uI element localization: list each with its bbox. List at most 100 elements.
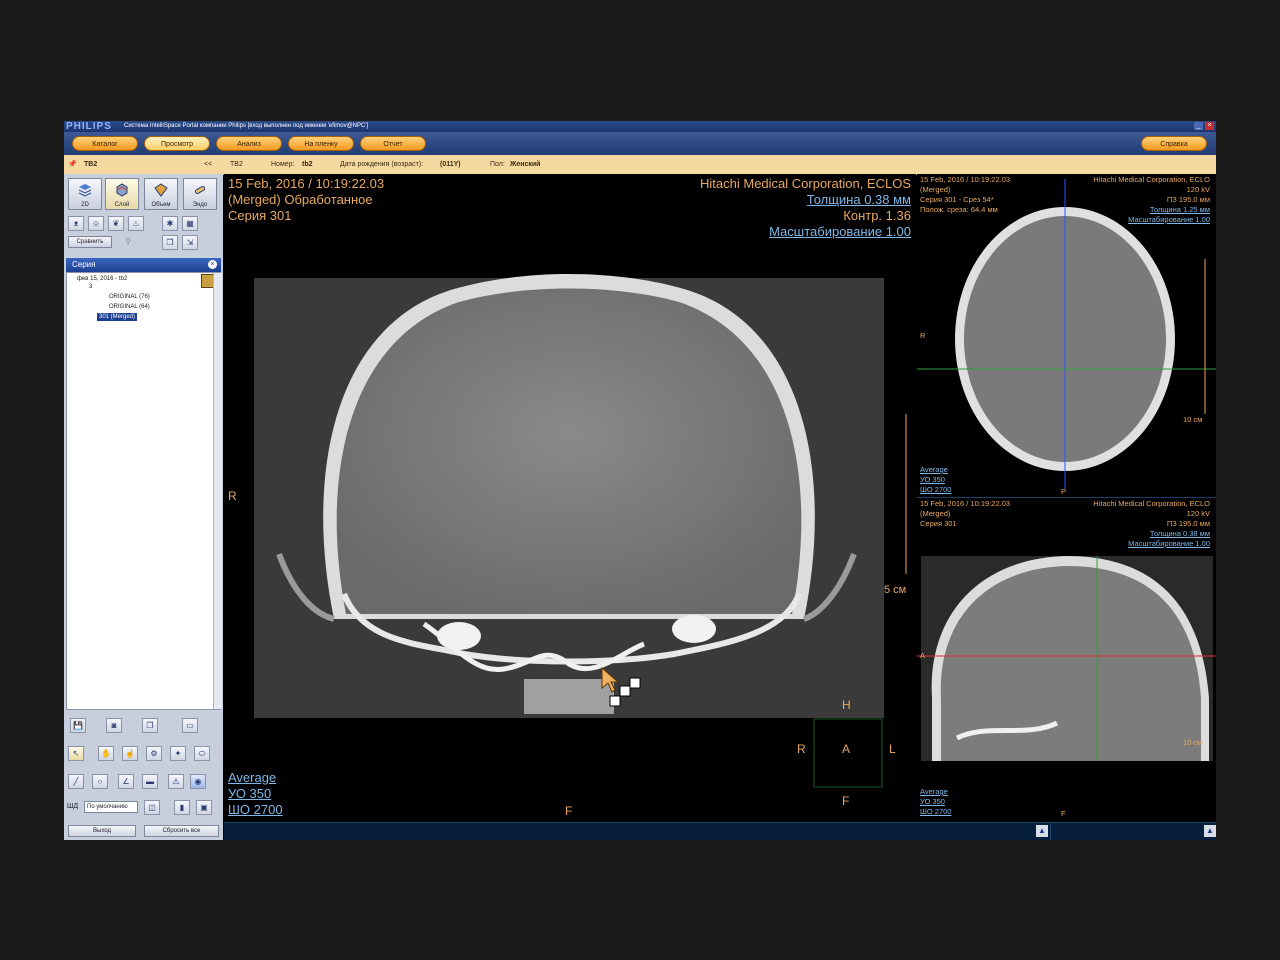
mode-volume-button[interactable]: Объем bbox=[144, 178, 178, 210]
left-panel: 2D Слой Объем Эндо ᴥ ☺ ❦ ♨ ✱ ▦ Сравнить … bbox=[64, 174, 223, 840]
pan-tool-icon[interactable]: ☝ bbox=[122, 746, 138, 761]
save-icon[interactable]: 💾 bbox=[70, 718, 86, 733]
axial-zoom-link[interactable]: Масштабирование 1.00 bbox=[1093, 215, 1210, 225]
tab-catalog[interactable]: Каталог bbox=[72, 136, 138, 151]
copy-icon[interactable]: ❐ bbox=[142, 718, 158, 733]
figure-icon[interactable]: ✱ bbox=[162, 216, 178, 231]
main-contrast: Контр. 1.36 bbox=[843, 208, 911, 223]
axial-scale: 10 см bbox=[1183, 415, 1203, 424]
sagittal-window-level[interactable]: УО 350 bbox=[920, 797, 951, 807]
axial-slice-position: Полож. среза: 64.4 мм bbox=[920, 205, 998, 214]
tree-series-original-64[interactable]: ORIGINAL (64) bbox=[109, 303, 150, 311]
layout-icon[interactable]: ▦ bbox=[182, 216, 198, 231]
pointer-tool-icon[interactable]: ↖ bbox=[68, 746, 84, 761]
exit-button[interactable]: Выход bbox=[68, 825, 136, 837]
axial-orient-left: R bbox=[920, 331, 926, 340]
print-icon[interactable]: ▣ bbox=[196, 800, 212, 815]
export-icon[interactable]: ⇲ bbox=[182, 235, 198, 250]
sagittal-thickness-link[interactable]: Толщина 0.38 мм bbox=[1093, 529, 1210, 539]
main-orient-bottom: F bbox=[565, 804, 573, 818]
camera-icon[interactable]: ◙ bbox=[106, 718, 122, 733]
main-series-type: (Merged) Обработанное bbox=[228, 192, 373, 207]
sagittal-window-width[interactable]: ШО 2700 bbox=[920, 807, 951, 817]
main-thickness-link[interactable]: Толщина 0.38 мм bbox=[700, 192, 911, 208]
link-icon[interactable]: ⚲ bbox=[120, 235, 136, 250]
sagittal-viewport[interactable]: 15 Feb, 2016 / 10:19:22.03 (Merged) Сери… bbox=[917, 498, 1216, 820]
head-icon[interactable]: ☺ bbox=[88, 216, 104, 231]
sagittal-info-bottom: Average УО 350 ШО 2700 bbox=[920, 787, 951, 817]
film-icon[interactable]: ▮ bbox=[174, 800, 190, 815]
axial-datetime: 15 Feb, 2016 / 10:19:22.03 bbox=[920, 175, 1011, 184]
tree-study[interactable]: фев 15, 2016 - tb2 bbox=[77, 275, 127, 283]
volume-icon bbox=[154, 183, 168, 197]
book-icon[interactable]: ▭ bbox=[182, 718, 198, 733]
rotate-tool-icon[interactable]: ✦ bbox=[170, 746, 186, 761]
sagittal-zoom-link[interactable]: Масштабирование 1.00 bbox=[1093, 539, 1210, 549]
collapse-panel-button[interactable]: << bbox=[204, 160, 212, 169]
mode-endo-button[interactable]: Эндо bbox=[183, 178, 217, 210]
eraser-tool-icon[interactable]: ⬭ bbox=[194, 746, 210, 761]
reset-all-button[interactable]: Сбросить все bbox=[144, 825, 219, 837]
axial-wl-preset[interactable]: Average bbox=[920, 465, 951, 475]
close-panel-icon[interactable]: × bbox=[208, 260, 217, 269]
roi-tool-icon[interactable]: ◉ bbox=[190, 774, 206, 789]
sagittal-wl-preset[interactable]: Average bbox=[920, 787, 951, 797]
ruler-tool-icon[interactable]: ▬ bbox=[142, 774, 158, 789]
axial-viewport[interactable]: 15 Feb, 2016 / 10:19:22.03 (Merged) Сери… bbox=[917, 174, 1216, 496]
main-viewport[interactable]: 15 Feb, 2016 / 10:19:22.03 (Merged) Обра… bbox=[224, 174, 916, 820]
mode-slab-label: Слой bbox=[114, 202, 130, 208]
main-zoom-link[interactable]: Масштабирование 1.00 bbox=[700, 224, 911, 240]
lungs-icon[interactable]: ᴥ bbox=[68, 216, 84, 231]
zoom-tool-icon[interactable]: ⚙ bbox=[146, 746, 162, 761]
annotation-tool-icon[interactable]: ⚠ bbox=[168, 774, 184, 789]
help-button[interactable]: Справка bbox=[1141, 136, 1207, 151]
window-level-icon[interactable]: ◫ bbox=[144, 800, 160, 815]
pin-icon[interactable]: 📌 bbox=[68, 160, 77, 169]
main-scale-label: 5 см bbox=[884, 584, 907, 596]
main-wl-preset-link[interactable]: Average bbox=[228, 770, 283, 786]
minimize-button[interactable]: _ bbox=[1194, 122, 1203, 130]
mode-2d-button[interactable]: 2D bbox=[68, 178, 102, 210]
mode-slab-button[interactable]: Слой bbox=[105, 178, 139, 210]
hand-tool-icon[interactable]: ✋ bbox=[98, 746, 114, 761]
cube-center[interactable]: A bbox=[842, 742, 850, 756]
axial-series-type: (Merged) bbox=[920, 185, 951, 194]
tab-analysis[interactable]: Анализ bbox=[216, 136, 282, 151]
tree-series-merged[interactable]: 301 (Merged) bbox=[97, 313, 138, 321]
wl-preset-select[interactable]: По умолчанию bbox=[84, 801, 138, 813]
axial-kv: 120 kV bbox=[1186, 185, 1210, 194]
tree-scrollbar[interactable] bbox=[213, 273, 222, 709]
organ-icon[interactable]: ♨ bbox=[128, 216, 144, 231]
patient-dob-label: Дата рождения (возраст): bbox=[340, 161, 424, 168]
status-expand-right-button[interactable]: ▲ bbox=[1204, 825, 1216, 837]
axial-window-level[interactable]: УО 350 bbox=[920, 475, 951, 485]
tree-group[interactable]: 3 bbox=[89, 283, 92, 291]
status-expand-left-button[interactable]: ▲ bbox=[1036, 825, 1048, 837]
tree-series-original-76[interactable]: ORIGINAL (76) bbox=[109, 293, 150, 301]
compare-button[interactable]: Сравнить bbox=[68, 236, 112, 248]
sagittal-series-type: (Merged) bbox=[920, 509, 951, 518]
tab-view[interactable]: Просмотр bbox=[144, 136, 210, 151]
axial-thickness-link[interactable]: Толщина 1.25 мм bbox=[1093, 205, 1210, 215]
ellipse-tool-icon[interactable]: ○ bbox=[92, 774, 108, 789]
wl-label: ШД bbox=[67, 803, 79, 810]
axial-window-width[interactable]: ШО 2700 bbox=[920, 485, 951, 495]
main-window-width-link[interactable]: ШО 2700 bbox=[228, 802, 283, 818]
main-nav: Каталог Просмотр Анализ На пленку Отчет … bbox=[64, 132, 1216, 155]
status-bar: ▲ ▲ bbox=[224, 822, 1216, 840]
line-tool-icon[interactable]: ╱ bbox=[68, 774, 84, 789]
brain-icon[interactable]: ❦ bbox=[108, 216, 124, 231]
cube-right: L bbox=[889, 742, 896, 756]
tab-film[interactable]: На пленку bbox=[288, 136, 354, 151]
cube-bottom: F bbox=[842, 794, 850, 808]
sagittal-kv: 120 kV bbox=[1186, 509, 1210, 518]
cube-top: H bbox=[842, 698, 851, 712]
main-window-level-link[interactable]: УО 350 bbox=[228, 786, 283, 802]
angle-tool-icon[interactable]: ∠ bbox=[118, 774, 134, 789]
endoscope-icon bbox=[194, 186, 206, 194]
main-datetime: 15 Feb, 2016 / 10:19:22.03 bbox=[228, 176, 385, 191]
cubes-icon[interactable]: ❒ bbox=[162, 235, 178, 250]
close-window-button[interactable]: × bbox=[1205, 122, 1214, 130]
cube-slice-icon bbox=[116, 183, 128, 197]
tab-report[interactable]: Отчет bbox=[360, 136, 426, 151]
